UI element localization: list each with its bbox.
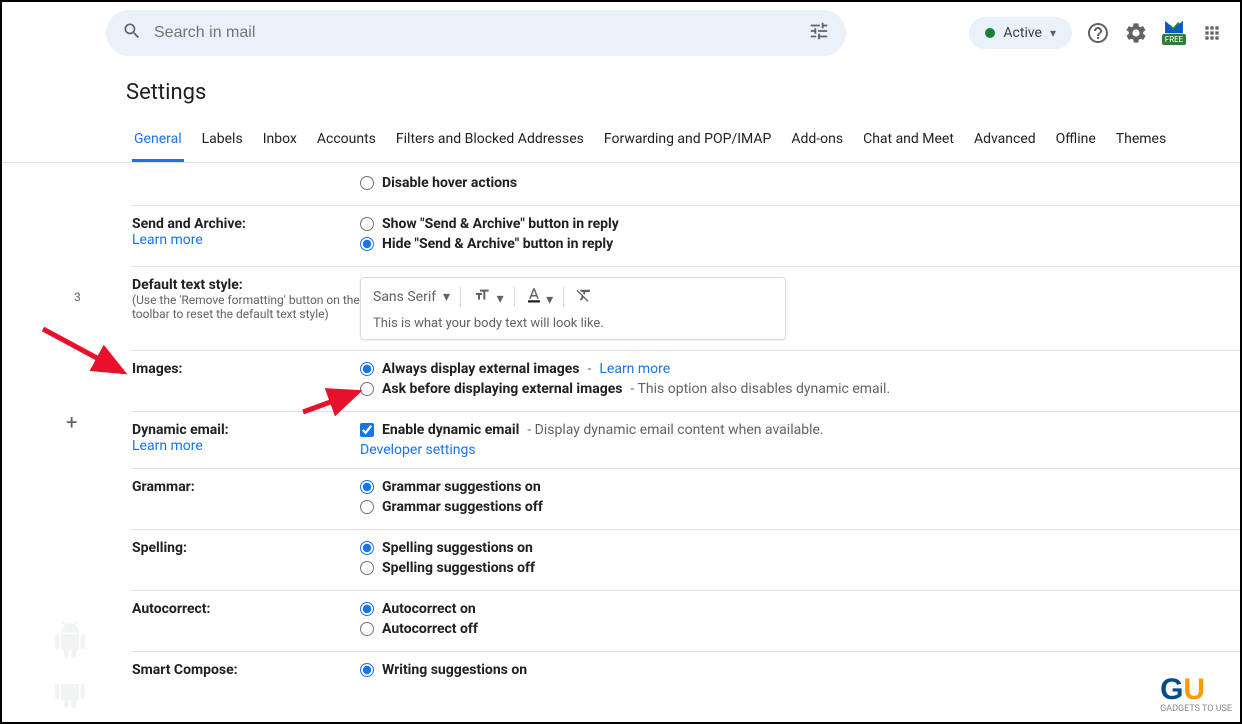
label-dynamic-email: Dynamic email: Learn more (132, 422, 360, 454)
link-send-archive-learn-more[interactable]: Learn more (132, 232, 203, 248)
option-enable-dynamic-email[interactable]: Enable dynamic email - Display dynamic e… (360, 422, 1240, 438)
link-images-learn-more[interactable]: Learn more (599, 361, 670, 377)
radio-hide-send-archive[interactable] (360, 237, 374, 251)
status-label: Active (1003, 25, 1042, 41)
row-dynamic-email: Dynamic email: Learn more Enable dynamic… (132, 412, 1240, 469)
sidebar-count-badge: 3 (74, 290, 81, 304)
tune-icon[interactable] (808, 20, 830, 46)
settings-tabs: General Labels Inbox Accounts Filters an… (2, 121, 1240, 163)
row-spelling: Spelling: Spelling suggestions on Spelli… (132, 530, 1240, 591)
radio-spelling-on[interactable] (360, 541, 374, 555)
remove-formatting-icon[interactable] (574, 286, 594, 308)
font-picker[interactable]: Sans Serif ▾ (373, 289, 450, 305)
page-title: Settings (2, 64, 1240, 121)
watermark-logo: GU GADGETS TO USE (1160, 675, 1232, 714)
tab-advanced[interactable]: Advanced (972, 121, 1038, 162)
option-autocorrect-on[interactable]: Autocorrect on (360, 601, 1240, 617)
link-dynamic-email-learn-more[interactable]: Learn more (132, 438, 203, 454)
text-style-sample: This is what your body text will look li… (373, 316, 773, 331)
label-default-text-style: Default text style: (Use the 'Remove for… (132, 277, 360, 321)
radio-autocorrect-on[interactable] (360, 602, 374, 616)
text-color-icon[interactable]: ▾ (525, 286, 554, 308)
tab-themes[interactable]: Themes (1114, 121, 1168, 162)
radio-show-send-archive[interactable] (360, 217, 374, 231)
text-size-icon[interactable]: ▾ (471, 287, 504, 307)
option-spelling-on[interactable]: Spelling suggestions on (360, 540, 1240, 556)
help-icon[interactable] (1086, 21, 1110, 45)
status-chip[interactable]: Active ▾ (969, 17, 1072, 49)
tab-inbox[interactable]: Inbox (261, 121, 299, 162)
tab-offline[interactable]: Offline (1054, 121, 1098, 162)
free-badge: FREE (1162, 34, 1186, 45)
option-grammar-on[interactable]: Grammar suggestions on (360, 479, 1240, 495)
settings-body: Disable hover actions Send and Archive: … (2, 163, 1240, 723)
radio-spelling-off[interactable] (360, 561, 374, 575)
label-send-archive: Send and Archive: Learn more (132, 216, 360, 248)
row-default-text-style: Default text style: (Use the 'Remove for… (132, 267, 1240, 351)
gear-icon[interactable] (1124, 21, 1148, 45)
option-always-display-images[interactable]: Always display external images - Learn m… (360, 361, 1240, 377)
tab-labels[interactable]: Labels (200, 121, 245, 162)
option-spelling-off[interactable]: Spelling suggestions off (360, 560, 1240, 576)
row-autocorrect: Autocorrect: Autocorrect on Autocorrect … (132, 591, 1240, 652)
option-show-send-archive[interactable]: Show "Send & Archive" button in reply (360, 216, 1240, 232)
chevron-down-icon: ▾ (1050, 26, 1056, 40)
option-hide-send-archive[interactable]: Hide "Send & Archive" button in reply (360, 236, 1240, 252)
link-developer-settings[interactable]: Developer settings (360, 442, 476, 458)
radio-always-display-images[interactable] (360, 362, 374, 376)
checkbox-enable-dynamic-email[interactable] (360, 423, 374, 437)
row-smart-compose: Smart Compose: Writing suggestions on (132, 652, 1240, 692)
compose-plus-icon[interactable]: + (66, 410, 77, 434)
header: Active ▾ FREE (2, 2, 1240, 64)
header-right: Active ▾ FREE (969, 17, 1224, 49)
radio-autocorrect-off[interactable] (360, 622, 374, 636)
tab-filters[interactable]: Filters and Blocked Addresses (394, 121, 586, 162)
apps-icon[interactable] (1200, 21, 1224, 45)
android-ghost-icon-2 (52, 672, 88, 708)
search-icon (122, 21, 142, 46)
tab-forwarding[interactable]: Forwarding and POP/IMAP (602, 121, 773, 162)
radio-writing-on[interactable] (360, 663, 374, 677)
tab-accounts[interactable]: Accounts (315, 121, 378, 162)
android-ghost-icon (52, 622, 88, 658)
radio-ask-before-display[interactable] (360, 382, 374, 396)
tab-addons[interactable]: Add-ons (789, 121, 845, 162)
search-input[interactable] (154, 24, 808, 42)
option-disable-hover[interactable]: Disable hover actions (360, 175, 1240, 191)
option-autocorrect-off[interactable]: Autocorrect off (360, 621, 1240, 637)
radio-grammar-off[interactable] (360, 500, 374, 514)
search-bar[interactable] (106, 10, 846, 56)
row-send-archive: Send and Archive: Learn more Show "Send … (132, 206, 1240, 267)
tab-chat-meet[interactable]: Chat and Meet (861, 121, 956, 162)
tab-general[interactable]: General (132, 121, 184, 162)
row-hover-actions: Disable hover actions (132, 171, 1240, 206)
option-ask-before-display[interactable]: Ask before displaying external images - … (360, 381, 1240, 397)
option-writing-on[interactable]: Writing suggestions on (360, 662, 1240, 678)
option-grammar-off[interactable]: Grammar suggestions off (360, 499, 1240, 515)
radio-disable-hover[interactable] (360, 176, 374, 190)
text-style-box: Sans Serif ▾ ▾ ▾ This is what your body … (360, 277, 786, 340)
row-images: Images: Always display external images -… (132, 351, 1240, 412)
label-images: Images: (132, 361, 360, 377)
radio-grammar-on[interactable] (360, 480, 374, 494)
row-grammar: Grammar: Grammar suggestions on Grammar … (132, 469, 1240, 530)
addon-icon[interactable]: FREE (1162, 21, 1186, 45)
status-dot-icon (985, 28, 995, 38)
